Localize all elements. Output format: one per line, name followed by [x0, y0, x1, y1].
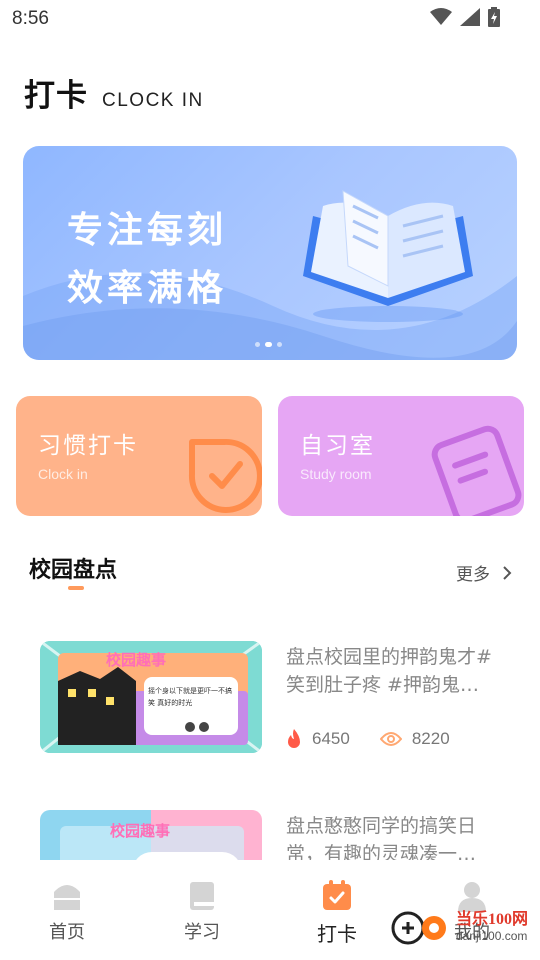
status-bar: 8:56 [0, 0, 540, 36]
user-icon [458, 882, 486, 912]
page-subtitle: CLOCK IN [102, 90, 204, 111]
article-title: 盘点校园里的押韵鬼才#笑到肚子疼 #押韵鬼… [286, 646, 492, 696]
banner-slogan: 专注每刻 效率满格 [67, 202, 227, 318]
view-count: 8220 [411, 729, 450, 748]
thumbnail-note: 摇个身以下就是更吓一不搞笑 真好的时光 [148, 687, 232, 707]
nav-label: 打卡 [317, 922, 357, 946]
banner-dot[interactable] [277, 342, 282, 347]
more-label: 更多 [456, 565, 490, 585]
study-card-subtitle: Study room [300, 466, 372, 482]
home-icon [54, 885, 80, 910]
eye-icon [379, 732, 402, 746]
fire-icon [288, 729, 300, 748]
like-stat: 6450 [286, 729, 350, 749]
thumbnail-caption: 校园趣事 [110, 822, 171, 840]
promo-banner[interactable]: 专注每刻 效率满格 [23, 146, 517, 360]
habit-card-title: 习惯打卡 [38, 433, 138, 459]
study-card-title: 自习室 [300, 433, 375, 459]
book-icon [190, 882, 214, 910]
watermark-logo [391, 911, 446, 945]
watermark-brand: 当乐100网 [456, 911, 529, 928]
banner-dot[interactable] [255, 342, 260, 347]
notebook-icon [431, 425, 522, 516]
banner-line-1: 专注每刻 [67, 210, 228, 251]
article-stats: 6450 8220 [286, 729, 480, 749]
page-header: 打卡 CLOCK IN [24, 70, 204, 115]
more-link[interactable]: 更多 [456, 560, 512, 585]
page-title: 打卡 [24, 78, 88, 114]
section-title-underline [68, 586, 84, 590]
banner-line-2: 效率满格 [67, 268, 228, 309]
study-room-card[interactable]: 自习室 Study room [278, 396, 524, 516]
status-time: 8:56 [12, 8, 49, 29]
habit-clock-in-card[interactable]: 习惯打卡 Clock in [16, 396, 262, 516]
watermark-text: 当乐100网 danji100.com [456, 912, 528, 944]
nav-item-study[interactable]: 学习 [162, 880, 242, 944]
banner-pagination [255, 342, 282, 347]
like-count: 6450 [312, 729, 350, 748]
habit-card-subtitle: Clock in [38, 466, 88, 482]
status-icons [430, 7, 500, 27]
banner-dot-active[interactable] [265, 342, 272, 347]
nav-label: 学习 [184, 922, 220, 943]
signal-icon [460, 8, 480, 26]
check-badge-icon [188, 438, 262, 513]
section-title: 校园盘点 [29, 558, 118, 583]
nav-item-home[interactable]: 首页 [27, 880, 107, 944]
article-thumbnail: 校园趣事 摇个身以下就是更吓一不搞笑 真好的时光 [40, 641, 262, 753]
chevron-right-icon [503, 565, 512, 580]
wifi-icon [430, 8, 452, 25]
battery-icon [488, 7, 500, 27]
watermark-url: danji100.com [456, 929, 528, 943]
view-stat: 8220 [379, 729, 450, 749]
nav-label: 首页 [49, 922, 85, 943]
thumbnail-caption: 校园趣事 [106, 651, 167, 669]
calendar-check-icon [323, 880, 351, 910]
open-book-icon [303, 190, 473, 322]
watermark: 当乐100网 danji100.com [390, 910, 528, 946]
nav-item-clock-in[interactable]: 打卡 [297, 880, 377, 947]
